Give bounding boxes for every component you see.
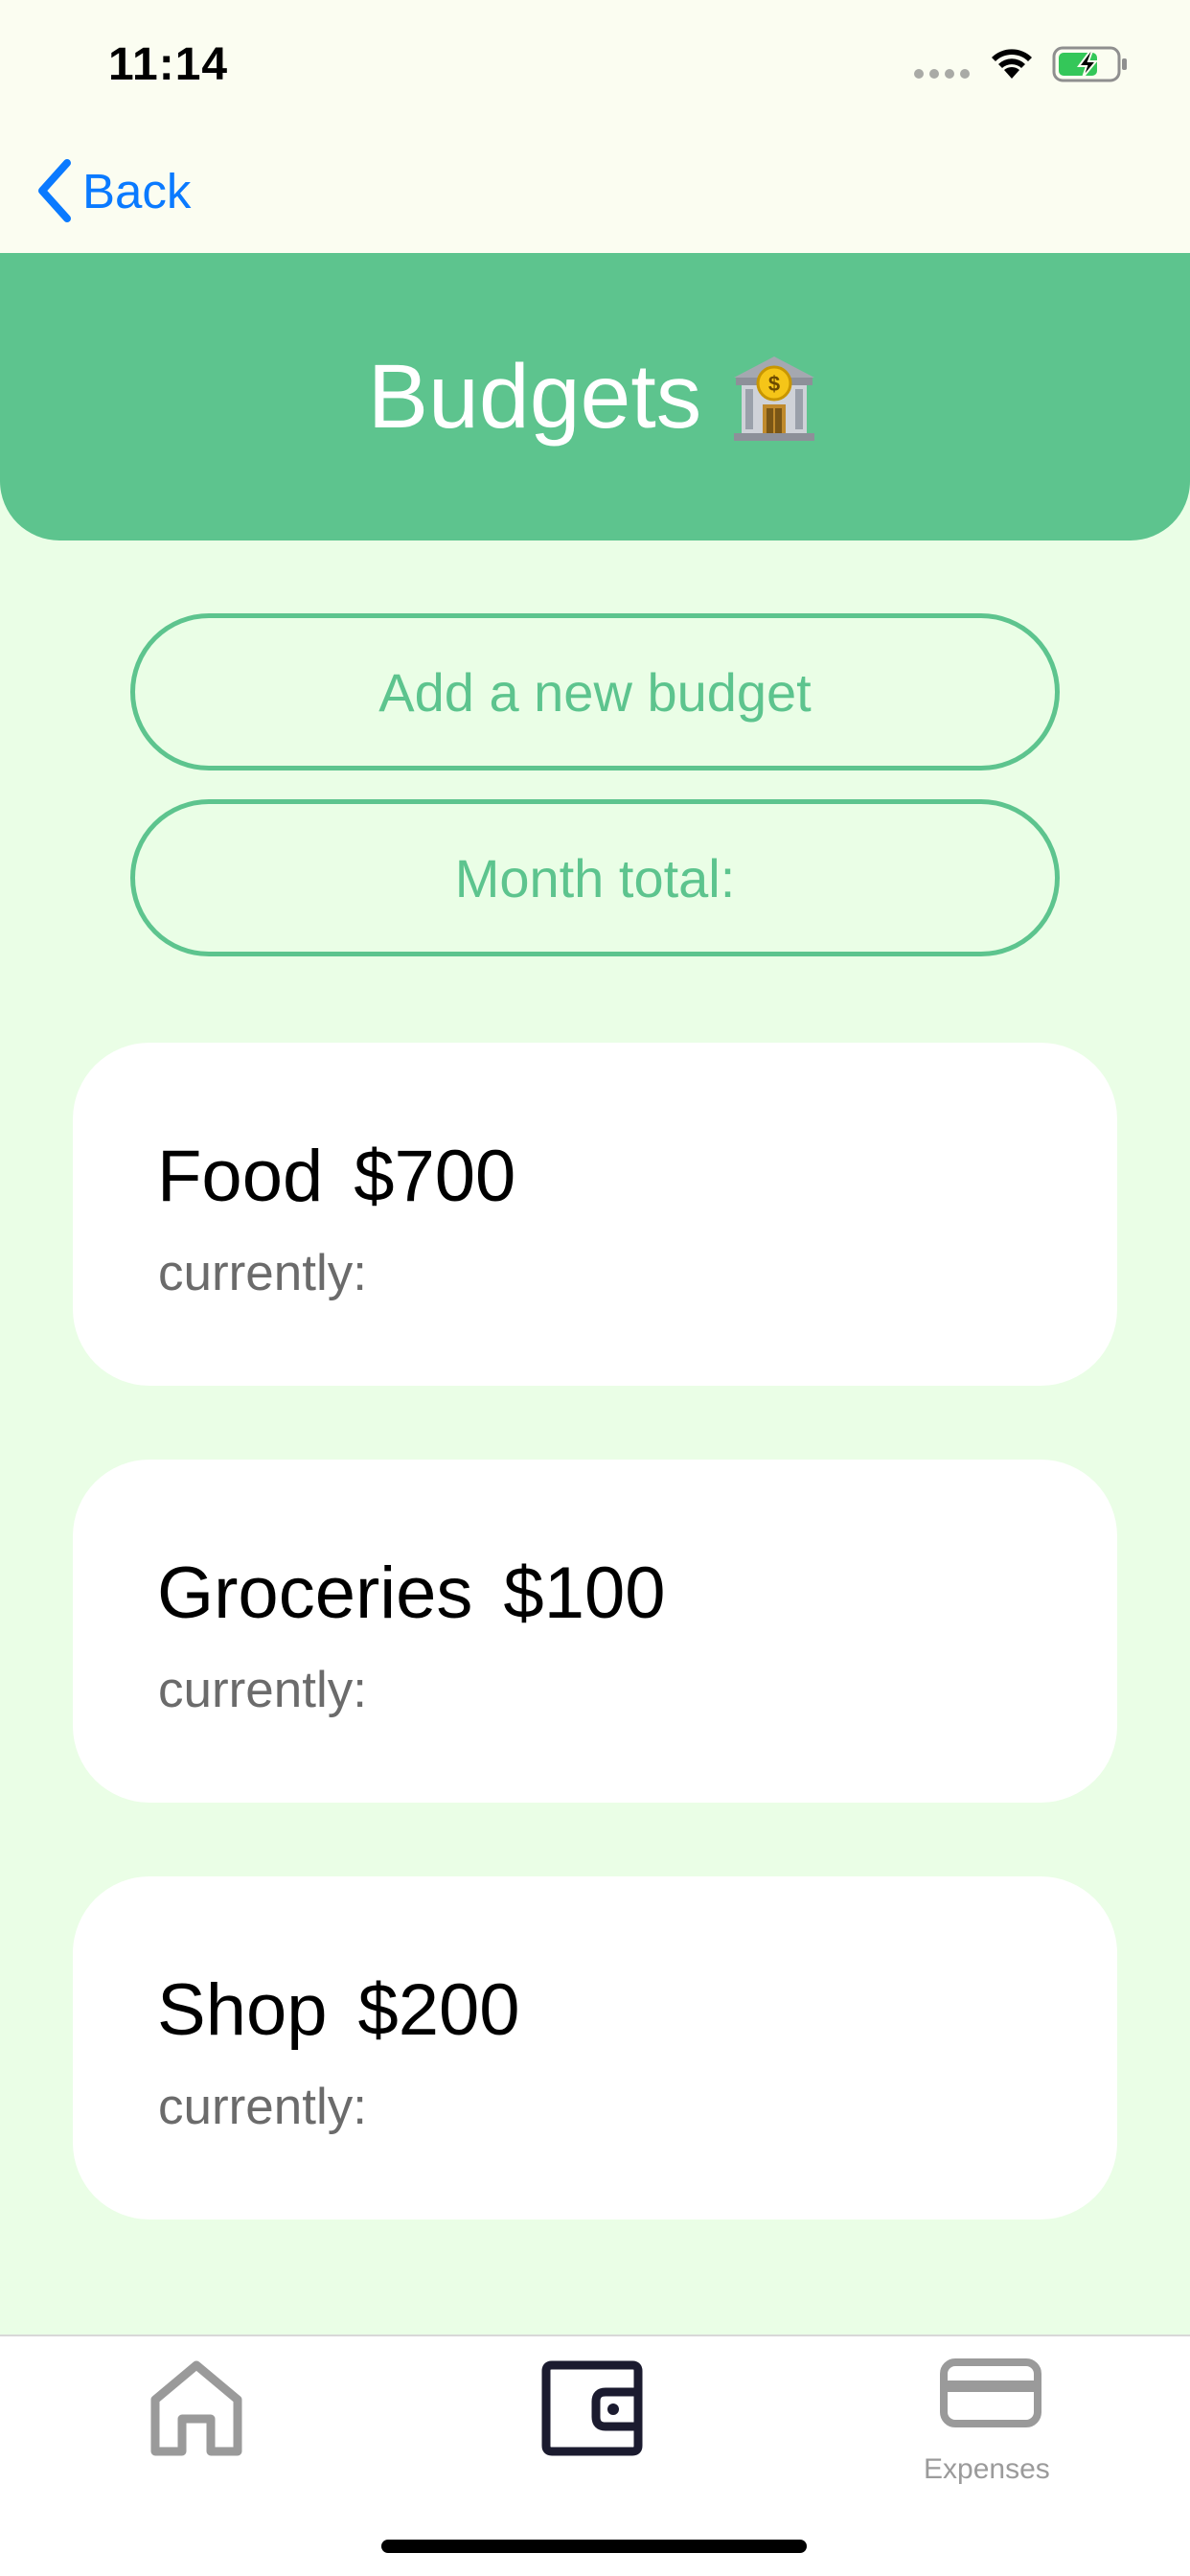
cellular-signal-icon	[914, 69, 970, 79]
wifi-icon	[992, 49, 1032, 79]
budget-status: currently:	[158, 1662, 367, 1718]
top-bar: 11:14 Back	[0, 0, 1190, 253]
budget-amount: $100	[503, 1552, 666, 1634]
back-label: Back	[82, 163, 192, 218]
credit-card-icon	[940, 2358, 1041, 2427]
budget-status: currently:	[158, 2079, 367, 2135]
bank-emoji-icon: $	[734, 356, 815, 441]
home-indicator	[381, 2540, 807, 2553]
budget-card-shop[interactable]: Shop $200 currently:	[73, 1876, 1117, 2220]
budget-name: Shop	[157, 1969, 328, 2051]
status-time: 11:14	[108, 39, 229, 90]
budget-amount: $700	[354, 1136, 516, 1217]
svg-text:$: $	[768, 372, 780, 396]
budget-card-title: Groceries $100	[157, 1552, 666, 1635]
add-budget-button[interactable]: Add a new budget	[130, 613, 1060, 770]
month-total-button[interactable]: Month total:	[130, 799, 1060, 956]
budget-name: Food	[157, 1136, 324, 1217]
budget-status: currently:	[158, 1245, 367, 1301]
tab-expenses[interactable]	[939, 2358, 1042, 2433]
budgets-screen: 11:14 Back Budgets $ Add a new budget Mo…	[0, 0, 1190, 2576]
budget-card-title: Food $700	[157, 1135, 515, 1218]
tab-home[interactable]	[144, 2356, 249, 2466]
budget-name: Groceries	[157, 1552, 473, 1634]
page-title: Budgets	[367, 345, 702, 448]
home-icon	[150, 2360, 242, 2456]
tab-expenses-label[interactable]: Expenses	[924, 2453, 1050, 2486]
budget-card-groceries[interactable]: Groceries $100 currently:	[73, 1460, 1117, 1803]
budget-amount: $200	[357, 1969, 520, 2051]
tab-budgets[interactable]	[538, 2358, 646, 2462]
wallet-icon	[541, 2360, 643, 2456]
budget-card-food[interactable]: Food $700 currently:	[73, 1043, 1117, 1386]
budget-card-title: Shop $200	[157, 1968, 520, 2052]
back-button[interactable]: Back	[34, 157, 191, 224]
page-header: Budgets $	[0, 253, 1190, 540]
chevron-left-icon	[38, 159, 71, 222]
battery-charging-icon	[1052, 46, 1127, 82]
